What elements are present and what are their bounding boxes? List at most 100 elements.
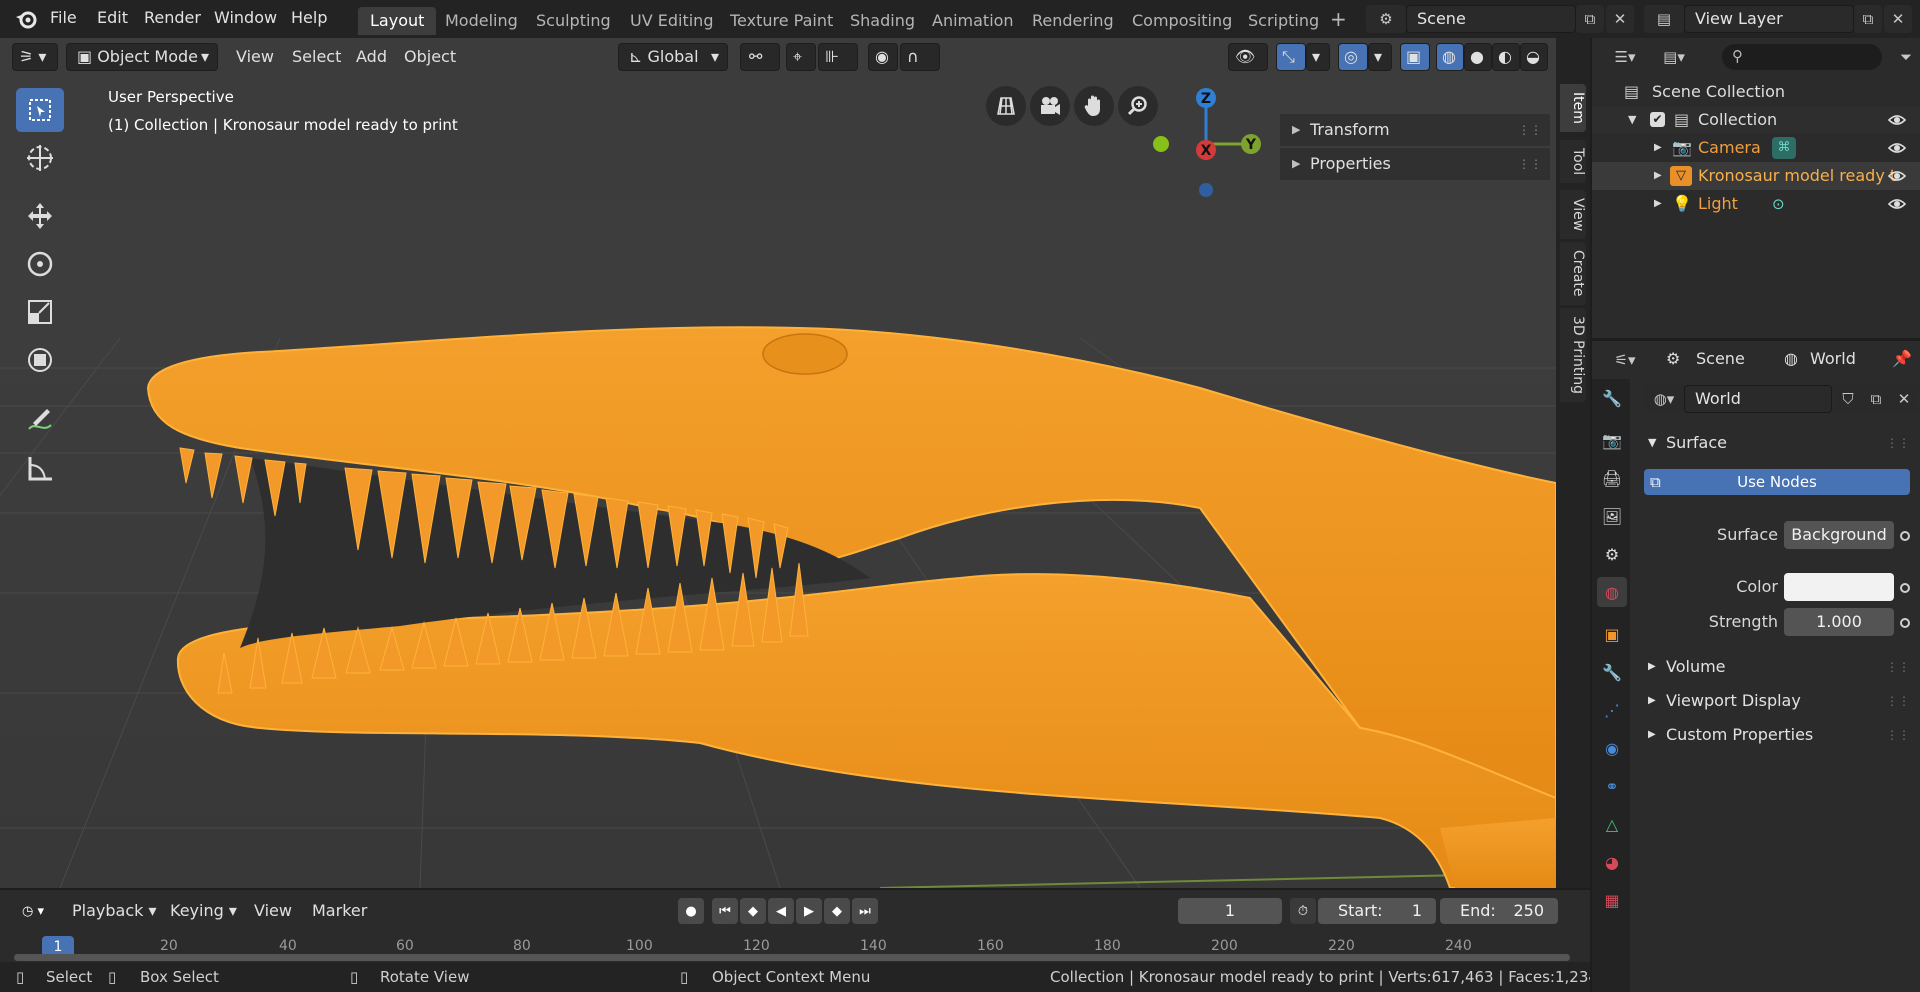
tab-rendering[interactable]: Rendering: [1020, 7, 1126, 35]
physics-tab-icon[interactable]: ◉: [1597, 733, 1627, 763]
play-reverse-button[interactable]: ◀: [768, 898, 794, 924]
world-unlink-icon[interactable]: ✕: [1890, 385, 1918, 413]
menu-help[interactable]: Help: [291, 8, 327, 27]
tab-layout[interactable]: Layout: [358, 7, 437, 35]
snap-target-button[interactable]: ⊪: [818, 43, 858, 71]
transform-tool[interactable]: [16, 338, 64, 382]
drag-handle-icon[interactable]: ⋮⋮: [1518, 148, 1542, 180]
menu-window[interactable]: Window: [214, 8, 277, 27]
timeline-menu-playback[interactable]: Playback ▾: [72, 901, 157, 920]
texture-tab-icon[interactable]: ▦: [1597, 885, 1627, 915]
drag-handle-icon[interactable]: ⋮⋮: [1886, 685, 1910, 717]
tab-uv-editing[interactable]: UV Editing: [618, 7, 725, 35]
modifier-tab-icon[interactable]: 🔧: [1597, 657, 1627, 687]
outliner-search-input[interactable]: ⚲: [1722, 44, 1882, 70]
camera-data-icon[interactable]: ⌘: [1772, 137, 1796, 159]
tab-tool[interactable]: Tool: [1560, 140, 1586, 184]
socket-dot-icon[interactable]: [1900, 618, 1910, 628]
jump-end-button[interactable]: ⏭: [852, 898, 878, 924]
object-mode-dropdown[interactable]: ▣ Object Mode ▾: [66, 43, 218, 71]
transform-orientation-dropdown[interactable]: ⊾ Global ▾: [618, 43, 728, 71]
outliner-item-light[interactable]: ▶ 💡 Light ⊙: [1592, 190, 1920, 218]
select-box-tool[interactable]: [16, 88, 64, 132]
menu-render[interactable]: Render: [144, 8, 201, 27]
timeline-scrollbar[interactable]: [14, 954, 1570, 961]
gizmo-dropdown[interactable]: ▾: [1306, 43, 1330, 71]
tab-view[interactable]: View: [1560, 190, 1586, 240]
world-new-icon[interactable]: ⧉: [1862, 385, 1890, 413]
solid-shading-button[interactable]: ●: [1464, 43, 1492, 71]
view-layer-browse-icon[interactable]: ▤: [1644, 5, 1684, 33]
eye-icon[interactable]: [1888, 196, 1906, 212]
render-tab-icon[interactable]: 📷: [1597, 425, 1627, 455]
viewport-display-panel-header[interactable]: ▶ Viewport Display ⋮⋮: [1640, 685, 1916, 717]
add-workspace-button[interactable]: +: [1330, 7, 1347, 31]
pin-icon[interactable]: 📌: [1892, 349, 1912, 368]
color-swatch[interactable]: [1784, 573, 1894, 601]
overlay-dropdown[interactable]: ▾: [1368, 43, 1392, 71]
timeline-menu-marker[interactable]: Marker: [312, 901, 367, 920]
material-shading-button[interactable]: ◐: [1492, 43, 1520, 71]
npanel-properties-header[interactable]: ▶ Properties ⋮⋮: [1280, 148, 1550, 180]
scene-name-field[interactable]: Scene: [1406, 5, 1576, 33]
axis-navigation-gizmo[interactable]: Z Y X: [1146, 84, 1266, 204]
filter-icon[interactable]: ⏷: [1892, 43, 1920, 71]
gizmo-toggle-button[interactable]: ⤡: [1276, 43, 1306, 71]
view-layer-delete-icon[interactable]: ✕: [1884, 5, 1912, 33]
scene-delete-icon[interactable]: ✕: [1606, 5, 1634, 33]
expand-arrow-icon[interactable]: ▶: [1654, 190, 1662, 218]
menu-file[interactable]: File: [50, 8, 77, 27]
xray-toggle-button[interactable]: ▣: [1400, 43, 1430, 71]
tab-modeling[interactable]: Modeling: [433, 7, 530, 35]
constraints-tab-icon[interactable]: ⚭: [1597, 771, 1627, 801]
light-data-icon[interactable]: ⊙: [1772, 190, 1785, 218]
falloff-button[interactable]: ∩: [900, 43, 940, 71]
timeline-menu-keying[interactable]: Keying ▾: [170, 901, 237, 920]
jump-start-button[interactable]: ⏮: [712, 898, 738, 924]
rendered-shading-button[interactable]: ◒: [1520, 43, 1548, 71]
tab-item[interactable]: Item: [1560, 84, 1586, 132]
tool-tab-icon[interactable]: 🔧: [1597, 383, 1627, 413]
start-frame-field[interactable]: Start: 1: [1318, 898, 1436, 924]
scene-browse-icon[interactable]: ⚙: [1366, 5, 1406, 33]
drag-handle-icon[interactable]: ⋮⋮: [1886, 427, 1910, 459]
custom-properties-panel-header[interactable]: ▶ Custom Properties ⋮⋮: [1640, 719, 1916, 751]
breadcrumb-scene[interactable]: Scene: [1696, 349, 1745, 368]
outliner-editor-type-button[interactable]: ☰▾: [1604, 43, 1646, 71]
drag-handle-icon[interactable]: ⋮⋮: [1518, 114, 1542, 146]
camera-view-button[interactable]: [1030, 86, 1070, 126]
tab-create[interactable]: Create: [1560, 242, 1586, 305]
tab-texture-paint[interactable]: Texture Paint: [718, 7, 845, 35]
surface-panel-header[interactable]: ▼ Surface ⋮⋮: [1640, 427, 1916, 459]
jump-keyframe-back-button[interactable]: ◆: [740, 898, 766, 924]
pan-view-button[interactable]: [1074, 86, 1114, 126]
record-button[interactable]: ●: [678, 898, 704, 924]
fake-user-shield-icon[interactable]: ⛉: [1834, 385, 1862, 413]
viewport-menu-object[interactable]: Object: [404, 47, 456, 66]
viewport-menu-add[interactable]: Add: [356, 47, 387, 66]
outliner-collection[interactable]: ▼ ✔ ▤ Collection: [1592, 106, 1920, 134]
tab-scripting[interactable]: Scripting: [1236, 7, 1331, 35]
npanel-transform-header[interactable]: ▶ Transform ⋮⋮: [1280, 114, 1550, 146]
annotate-tool[interactable]: [16, 398, 64, 442]
tab-animation[interactable]: Animation: [920, 7, 1026, 35]
surface-shader-field[interactable]: Background: [1784, 521, 1894, 549]
drag-handle-icon[interactable]: ⋮⋮: [1886, 651, 1910, 683]
particles-tab-icon[interactable]: ⋰: [1597, 695, 1627, 725]
tab-compositing[interactable]: Compositing: [1120, 7, 1244, 35]
drag-handle-icon[interactable]: ⋮⋮: [1886, 719, 1910, 751]
properties-editor-type-button[interactable]: ⚟▾: [1604, 346, 1646, 374]
collection-checkbox[interactable]: ✔: [1650, 112, 1665, 127]
eye-icon[interactable]: [1888, 140, 1906, 156]
display-mode-button[interactable]: ▤▾: [1652, 43, 1696, 71]
socket-dot-icon[interactable]: [1900, 583, 1910, 593]
material-tab-icon[interactable]: ◕: [1597, 847, 1627, 877]
toggle-grid-view-button[interactable]: [986, 86, 1026, 126]
volume-panel-header[interactable]: ▶ Volume ⋮⋮: [1640, 651, 1916, 683]
current-frame-field[interactable]: 1: [1178, 898, 1282, 924]
proportional-edit-button[interactable]: ◉: [868, 43, 898, 71]
outliner-item-kronosaur[interactable]: ▶ ▽ Kronosaur model ready t: [1592, 162, 1920, 190]
expand-arrow-icon[interactable]: ▶: [1654, 162, 1662, 190]
outliner-item-camera[interactable]: ▶ 📷 Camera ⌘: [1592, 134, 1920, 162]
strength-field[interactable]: 1.000: [1784, 608, 1894, 636]
